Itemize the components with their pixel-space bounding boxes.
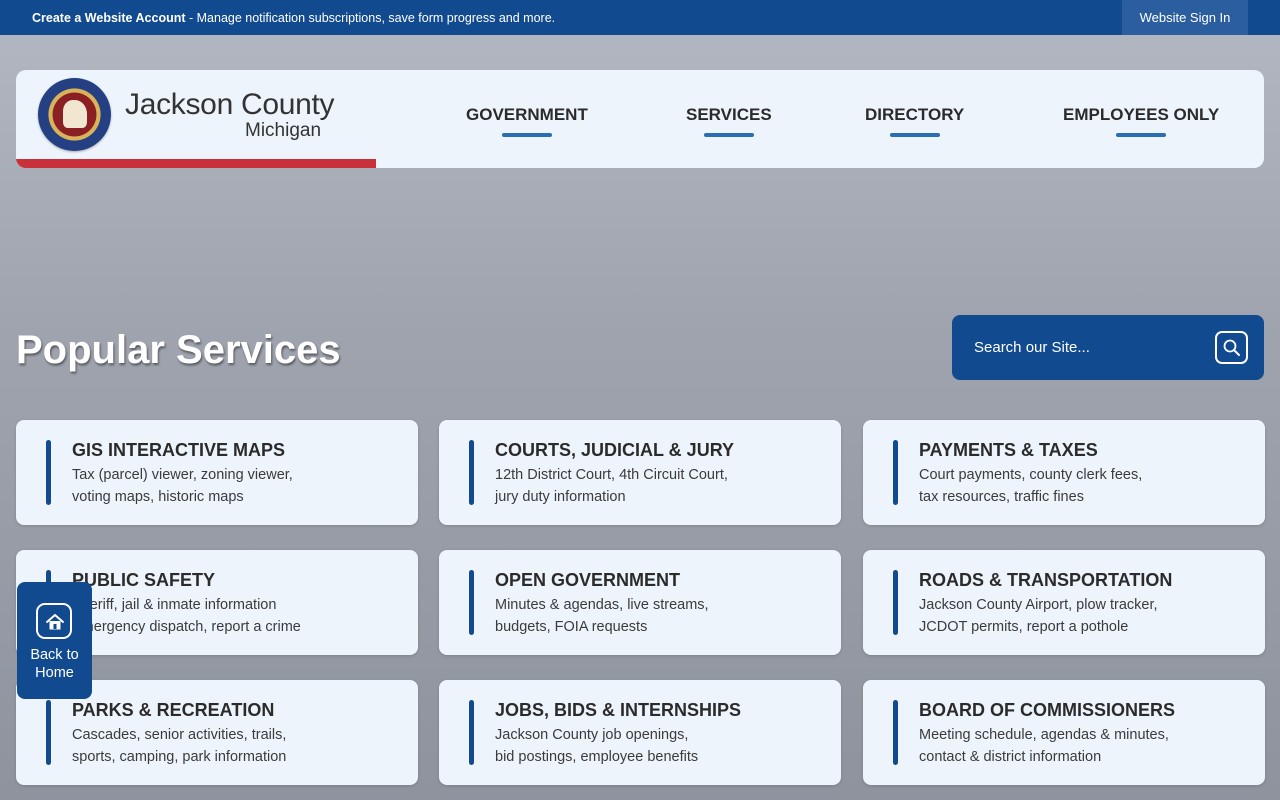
search-input[interactable] xyxy=(974,335,1184,359)
service-card-open-government[interactable]: OPEN GOVERNMENT Minutes & agendas, live … xyxy=(439,550,841,655)
service-card-jobs[interactable]: JOBS, BIDS & INTERNSHIPS Jackson County … xyxy=(439,680,841,785)
service-card-roads[interactable]: ROADS & TRANSPORTATION Jackson County Ai… xyxy=(863,550,1265,655)
service-card-courts[interactable]: COURTS, JUDICIAL & JURY 12th District Co… xyxy=(439,420,841,525)
card-title: BOARD OF COMMISSIONERS xyxy=(919,700,1176,720)
card-desc-line: tax resources, traffic fines xyxy=(919,489,1084,505)
page-title: Popular Services xyxy=(16,328,341,372)
card-desc-line: JCDOT permits, report a pothole xyxy=(919,619,1129,635)
nav-underline xyxy=(889,133,940,137)
nav-underline xyxy=(501,133,552,137)
card-desc-line: Meeting schedule, agendas & minutes, xyxy=(919,727,1169,743)
nav-employees-label: EMPLOYEES ONLY xyxy=(1063,105,1220,124)
header-red-accent xyxy=(16,159,376,168)
nav-underline xyxy=(1116,133,1167,137)
card-accent xyxy=(893,700,898,765)
nav-government-label: GOVERNMENT xyxy=(466,105,588,124)
card-description: Meeting schedule, agendas & minutes, cont… xyxy=(919,724,1169,768)
card-accent xyxy=(893,570,898,635)
card-accent xyxy=(469,700,474,765)
service-card-gis[interactable]: GIS INTERACTIVE MAPS Tax (parcel) viewer… xyxy=(16,420,418,525)
card-desc-line: budgets, FOIA requests xyxy=(495,619,648,635)
search-button[interactable] xyxy=(1215,331,1248,364)
service-card-commissioners[interactable]: BOARD OF COMMISSIONERS Meeting schedule,… xyxy=(863,680,1265,785)
county-seal-logo[interactable] xyxy=(38,78,111,151)
card-description: Jackson County job openings, bid postings… xyxy=(495,724,698,768)
card-title: OPEN GOVERNMENT xyxy=(495,570,681,590)
card-desc-line: Cascades, senior activities, trails, xyxy=(72,727,287,743)
nav-services-label: SERVICES xyxy=(686,105,772,124)
card-description: Court payments, county clerk fees, tax re… xyxy=(919,464,1142,508)
account-promo: Create a Website Account - Manage notifi… xyxy=(32,11,555,25)
card-desc-line: contact & district information xyxy=(919,749,1102,765)
brand-name[interactable]: Jackson County xyxy=(125,88,335,122)
card-desc-line: Jackson County Airport, plow tracker, xyxy=(919,597,1158,613)
nav-directory-label: DIRECTORY xyxy=(865,105,965,124)
home-icon xyxy=(36,603,72,639)
card-desc-line: Sheriff, jail & inmate information xyxy=(72,597,277,613)
card-description: Jackson County Airport, plow tracker, JCD… xyxy=(919,594,1158,638)
site-header: Jackson County Michigan GOVERNMENT SERVI… xyxy=(16,70,1264,168)
nav-employees-only[interactable]: EMPLOYEES ONLY xyxy=(1063,105,1219,137)
nav-government[interactable]: GOVERNMENT xyxy=(466,105,588,137)
card-title: GIS INTERACTIVE MAPS xyxy=(72,440,286,460)
card-desc-line: Court payments, county clerk fees, xyxy=(919,467,1143,483)
create-account-link[interactable]: Create a Website Account xyxy=(32,11,186,25)
card-description: Cascades, senior activities, trails, spor… xyxy=(72,724,286,768)
nav-services[interactable]: SERVICES xyxy=(686,105,772,137)
card-desc-line: bid postings, employee benefits xyxy=(495,749,699,765)
card-title: PAYMENTS & TAXES xyxy=(919,440,1098,460)
card-description: Tax (parcel) viewer, zoning viewer, votin… xyxy=(72,464,293,508)
back-to-home-button[interactable]: Back to Home xyxy=(17,582,92,699)
card-description: Minutes & agendas, live streams, budgets,… xyxy=(495,594,709,638)
card-desc-line: 12th District Court, 4th Circuit Court, xyxy=(495,467,728,483)
brand-subtitle: Michigan xyxy=(245,120,322,141)
card-description: Sheriff, jail & inmate information Emerge… xyxy=(72,594,301,638)
nav-underline xyxy=(703,133,754,137)
card-title: PUBLIC SAFETY xyxy=(72,570,216,590)
card-accent xyxy=(469,440,474,505)
card-desc-line: Jackson County job openings, xyxy=(495,727,689,743)
card-accent xyxy=(46,700,51,765)
card-accent xyxy=(46,440,51,505)
card-desc-line: Minutes & agendas, live streams, xyxy=(495,597,709,613)
card-desc-line: voting maps, historic maps xyxy=(72,489,244,505)
card-desc-line: sports, camping, park information xyxy=(72,749,287,765)
nav-directory[interactable]: DIRECTORY xyxy=(865,105,964,137)
website-sign-in-button[interactable]: Website Sign In xyxy=(1122,0,1248,35)
service-card-payments[interactable]: PAYMENTS & TAXES Court payments, county … xyxy=(863,420,1265,525)
account-banner: Create a Website Account - Manage notifi… xyxy=(0,0,1280,35)
card-title: JOBS, BIDS & INTERNSHIPS xyxy=(495,700,742,720)
account-promo-text: - Manage notification subscriptions, sav… xyxy=(185,10,556,25)
card-accent xyxy=(469,570,474,635)
card-desc-line: Tax (parcel) viewer, zoning viewer, xyxy=(72,467,293,483)
card-desc-line: jury duty information xyxy=(495,489,626,505)
home-label-line: Back to xyxy=(30,647,79,663)
back-to-home-label: Back to Home xyxy=(17,646,92,682)
card-description: 12th District Court, 4th Circuit Court, j… xyxy=(495,464,728,508)
card-title: PARKS & RECREATION xyxy=(72,700,275,720)
card-accent xyxy=(893,440,898,505)
site-search xyxy=(952,315,1264,380)
card-title: ROADS & TRANSPORTATION xyxy=(919,570,1173,590)
card-title: COURTS, JUDICIAL & JURY xyxy=(495,440,735,460)
card-desc-line: Emergency dispatch, report a crime xyxy=(72,619,301,635)
home-label-line: Home xyxy=(35,665,74,681)
